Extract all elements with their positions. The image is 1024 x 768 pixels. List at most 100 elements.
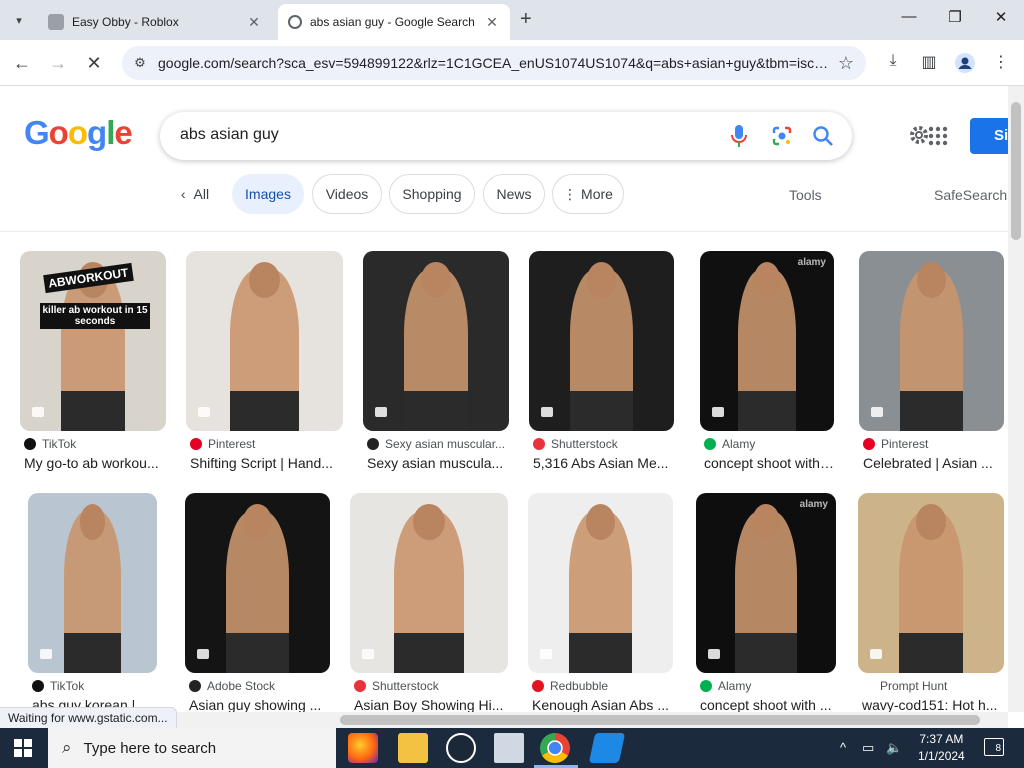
result-title[interactable]: concept shoot with ... <box>700 697 836 713</box>
new-tab-button[interactable]: + <box>520 8 532 31</box>
result-title[interactable]: Sexy asian muscula... <box>367 455 509 471</box>
image-result-card[interactable]: Pinterest Shifting Script | Hand... <box>186 251 343 479</box>
chrome-icon[interactable] <box>540 733 570 763</box>
close-window-button[interactable]: ✕ <box>986 8 1016 26</box>
result-source[interactable]: Pinterest <box>863 437 928 451</box>
result-title[interactable]: My go-to ab workou... <box>24 455 166 471</box>
safesearch-button[interactable]: SafeSearch <box>934 187 1007 203</box>
result-source[interactable]: Sexy asian muscular... <box>367 437 505 451</box>
result-title[interactable]: Shifting Script | Hand... <box>190 455 343 471</box>
tab-google-search[interactable]: abs asian guy - Google Search ✕ <box>278 4 510 40</box>
chevron-up-icon[interactable]: ^ <box>840 740 846 755</box>
google-lens-icon[interactable] <box>772 126 792 146</box>
result-source[interactable]: Shutterstock <box>354 679 439 693</box>
result-title[interactable]: concept shoot with ... <box>704 455 834 471</box>
result-thumbnail[interactable]: alamy <box>696 493 836 673</box>
image-result-card[interactable]: ABWORKOUT killer ab workout in 15 seconds… <box>20 251 166 479</box>
close-tab-icon[interactable]: ✕ <box>484 14 500 31</box>
vertical-scrollbar-thumb[interactable] <box>1011 102 1021 240</box>
tab-shopping[interactable]: Shopping <box>389 174 475 214</box>
tab-images[interactable]: Images <box>232 174 304 214</box>
microphone-icon[interactable] <box>730 124 748 148</box>
tools-button[interactable]: Tools <box>789 187 822 203</box>
image-result-card[interactable]: Shutterstock 5,316 Abs Asian Me... <box>529 251 674 479</box>
result-title[interactable]: Asian Boy Showing Hi... <box>354 697 508 713</box>
result-source[interactable]: Alamy <box>700 679 751 693</box>
image-result-card[interactable]: alamy Alamy concept shoot with ... <box>700 251 834 479</box>
result-source[interactable]: Alamy <box>704 437 755 451</box>
result-thumbnail[interactable] <box>28 493 157 673</box>
maximize-button[interactable]: ❐ <box>940 8 970 26</box>
network-icon[interactable]: ▭ <box>862 740 874 756</box>
tab-roblox[interactable]: Easy Obby - Roblox ✕ <box>38 4 272 40</box>
clock-time: 7:37 AM <box>919 732 964 746</box>
taskbar-search-box[interactable]: ⌕ Type here to search <box>48 728 336 768</box>
result-title[interactable]: 5,316 Abs Asian Me... <box>533 455 674 471</box>
result-source[interactable]: TikTok <box>32 679 84 693</box>
tab-all[interactable]: ‹ All <box>170 174 220 214</box>
roblox-studio-icon[interactable] <box>588 733 626 763</box>
result-thumbnail[interactable] <box>528 493 673 673</box>
result-thumbnail[interactable] <box>529 251 674 431</box>
minimize-button[interactable]: — <box>894 8 924 25</box>
search-box[interactable]: abs asian guy <box>160 112 852 160</box>
image-result-card[interactable]: TikTok abs guy korean | Ti... <box>28 493 157 721</box>
google-doodle-logo[interactable]: Google <box>24 114 133 152</box>
result-thumbnail[interactable] <box>858 493 1004 673</box>
image-result-card[interactable]: Prompt Hunt wavy-cod151: Hot h... <box>858 493 1004 721</box>
result-thumbnail[interactable]: alamy <box>700 251 834 431</box>
side-panel-icon[interactable]: ▥ <box>918 52 940 74</box>
url-text[interactable]: google.com/search?sca_esv=594899122&rlz=… <box>158 55 830 71</box>
result-thumbnail[interactable] <box>186 251 343 431</box>
address-bar[interactable]: ⚙ google.com/search?sca_esv=594899122&rl… <box>122 46 866 80</box>
result-thumbnail[interactable] <box>185 493 330 673</box>
bookmark-star-icon[interactable]: ☆ <box>836 53 856 74</box>
image-result-card[interactable]: Shutterstock Asian Boy Showing Hi... <box>350 493 508 721</box>
result-source[interactable]: Adobe Stock <box>189 679 275 693</box>
search-icon[interactable] <box>812 125 834 147</box>
result-title[interactable]: Kenough Asian Abs ... <box>532 697 673 713</box>
result-thumbnail[interactable] <box>363 251 509 431</box>
close-tab-icon[interactable]: ✕ <box>246 14 262 31</box>
google-apps-grid-icon[interactable] <box>928 126 948 146</box>
result-title[interactable]: wavy-cod151: Hot h... <box>862 697 1004 713</box>
browser-menu-icon[interactable]: ⋮ <box>990 52 1012 74</box>
back-button[interactable]: ← <box>10 51 34 75</box>
volume-muted-icon[interactable]: 🔈 <box>886 740 902 756</box>
windows-start-icon[interactable] <box>14 739 32 757</box>
image-result-card[interactable]: Pinterest Celebrated | Asian ... <box>859 251 1004 479</box>
result-source-label: Pinterest <box>208 437 256 451</box>
horizontal-scrollbar-thumb[interactable] <box>340 715 980 725</box>
settings-gear-icon[interactable] <box>908 124 930 146</box>
file-explorer-icon[interactable] <box>398 733 428 763</box>
search-input[interactable]: abs asian guy <box>180 126 279 144</box>
tab-news[interactable]: News <box>483 174 545 214</box>
firefox-icon[interactable] <box>348 733 378 763</box>
tab-more[interactable]: ⋮ More <box>552 174 624 214</box>
tab-videos[interactable]: Videos <box>312 174 382 214</box>
stop-loading-button[interactable]: ✕ <box>82 51 106 75</box>
result-source[interactable]: Shutterstock <box>533 437 618 451</box>
result-source[interactable]: Prompt Hunt <box>862 679 947 693</box>
image-result-card[interactable]: Adobe Stock Asian guy showing ... <box>185 493 330 721</box>
result-title[interactable]: Celebrated | Asian ... <box>863 455 1004 471</box>
download-icon[interactable]: ⤓ <box>882 52 904 74</box>
result-thumbnail[interactable] <box>859 251 1004 431</box>
result-source[interactable]: Pinterest <box>190 437 255 451</box>
result-thumbnail[interactable] <box>350 493 508 673</box>
forward-button[interactable]: → <box>46 51 70 75</box>
image-result-card[interactable]: Sexy asian muscular... Sexy asian muscula… <box>363 251 509 479</box>
result-thumbnail[interactable]: ABWORKOUT killer ab workout in 15 seconds <box>20 251 166 431</box>
result-source[interactable]: TikTok <box>24 437 76 451</box>
result-title[interactable]: Asian guy showing ... <box>189 697 330 713</box>
system-clock[interactable]: 7:37 AM 1/1/2024 <box>918 731 965 765</box>
image-result-card[interactable]: alamy Alamy concept shoot with ... <box>696 493 836 721</box>
profile-icon[interactable] <box>954 52 976 74</box>
steam-icon[interactable] <box>446 733 476 763</box>
app-window-icon[interactable] <box>494 733 524 763</box>
site-info-icon[interactable]: ⚙ <box>130 55 150 71</box>
tab-search-dropdown[interactable]: ▾ <box>8 9 30 31</box>
image-result-card[interactable]: Redbubble Kenough Asian Abs ... <box>528 493 673 721</box>
result-source[interactable]: Redbubble <box>532 679 608 693</box>
notification-center-icon[interactable]: 8 <box>984 738 1004 756</box>
